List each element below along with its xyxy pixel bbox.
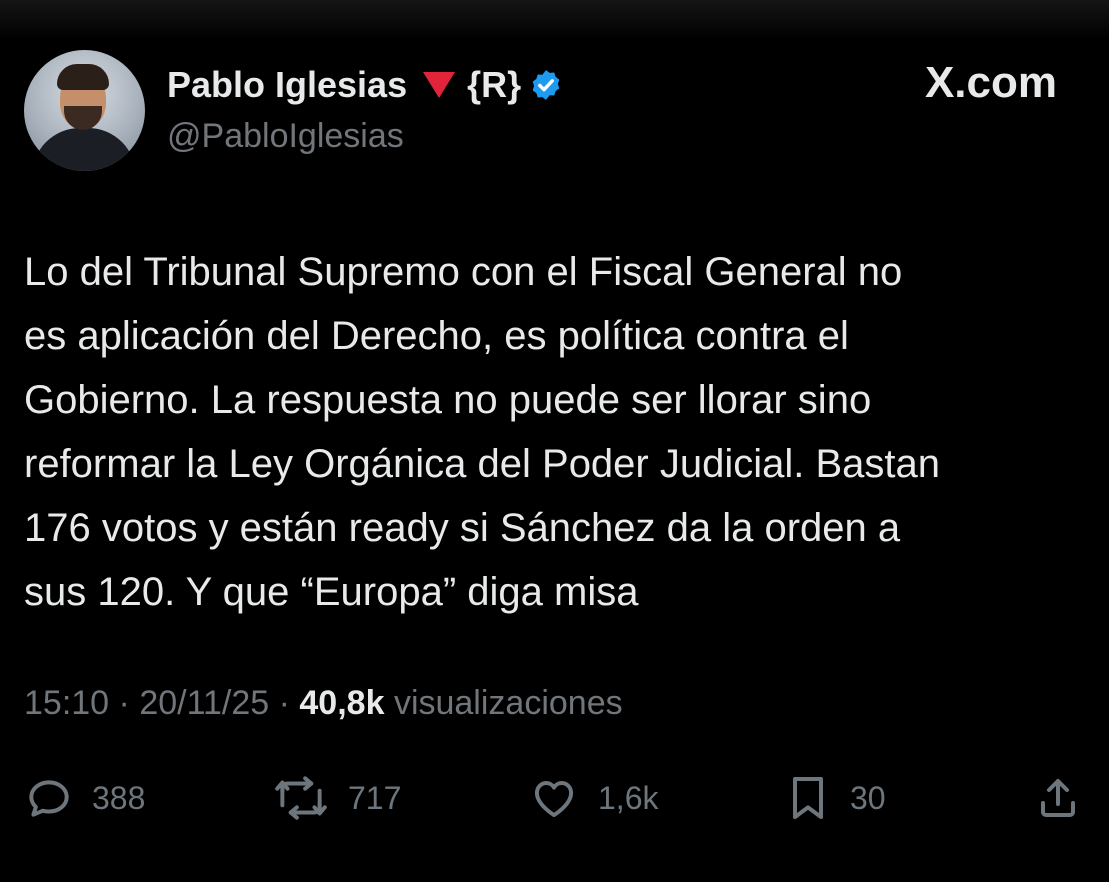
tweet-time[interactable]: 15:10 xyxy=(24,684,109,722)
repost-button[interactable]: 717 xyxy=(272,770,401,826)
bookmark-icon xyxy=(793,777,823,819)
meta-separator: · xyxy=(278,684,290,722)
verified-badge-icon xyxy=(532,70,560,100)
author-display-name[interactable]: Pablo Iglesias xyxy=(167,64,407,106)
author-name-row[interactable]: Pablo Iglesias {R} xyxy=(167,64,563,106)
reply-icon xyxy=(29,780,69,817)
repost-icon xyxy=(275,776,327,820)
top-fade xyxy=(0,0,1109,40)
share-button[interactable] xyxy=(1034,770,1082,826)
like-count: 1,6k xyxy=(598,779,659,816)
views-label: visualizaciones xyxy=(393,684,623,722)
heart-icon xyxy=(534,781,574,818)
tweet-date[interactable]: 20/11/25 xyxy=(139,684,269,722)
tweet-text: Lo del Tribunal Supremo con el Fiscal Ge… xyxy=(24,250,941,614)
author-handle[interactable]: @PabloIglesias xyxy=(167,117,404,156)
red-triangle-icon xyxy=(423,72,456,98)
brand-logo: X.com xyxy=(924,58,1057,107)
tweet-actions-bar: 388 717 1,6k 30 xyxy=(0,770,1109,826)
bookmark-count: 30 xyxy=(850,779,886,816)
avatar-beard-shape xyxy=(64,106,102,130)
share-icon xyxy=(1041,779,1075,817)
reply-button[interactable]: 388 xyxy=(24,770,145,826)
reply-count: 388 xyxy=(92,779,146,816)
repost-count: 717 xyxy=(348,779,402,816)
like-button[interactable]: 1,6k xyxy=(528,770,658,826)
views-count: 40,8k xyxy=(299,684,385,722)
tweet-meta: 15:10 · 20/11/25 · 40,8k visualizaciones xyxy=(24,684,623,723)
avatar[interactable] xyxy=(24,50,145,171)
bookmark-button[interactable]: 30 xyxy=(784,770,886,826)
meta-separator: · xyxy=(118,684,130,722)
avatar-body-shape xyxy=(32,128,136,171)
avatar-hair-shape xyxy=(57,64,109,90)
author-tag: {R} xyxy=(467,64,522,105)
